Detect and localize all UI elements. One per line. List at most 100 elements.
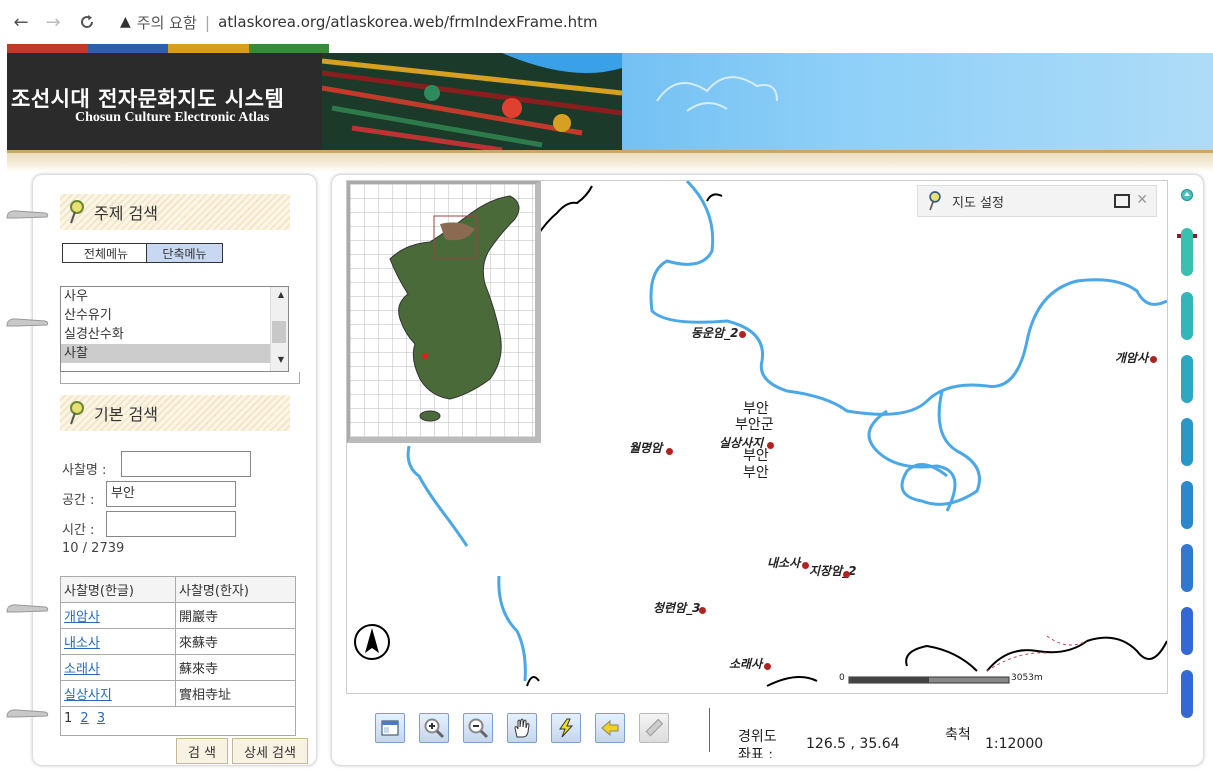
back-arrow-icon: [601, 719, 619, 737]
pager-link[interactable]: 2: [80, 711, 88, 726]
table-row: 개암사 開巖寺: [60, 602, 296, 629]
zoom-segment[interactable]: [1181, 481, 1193, 529]
pager-current: 1: [64, 711, 73, 726]
list-scrollbar[interactable]: ▲ ▼: [270, 287, 288, 371]
warning-icon[interactable]: ▲: [120, 14, 131, 30]
zoom-in-icon: [424, 718, 445, 739]
temple-link[interactable]: 개암사: [64, 610, 100, 625]
title-box: 조선시대 전자문화지도 시스템 Chosun Culture Electroni…: [7, 53, 322, 150]
ruler-icon: [645, 718, 664, 737]
list-item[interactable]: 실경산수화: [61, 325, 288, 344]
site-marker[interactable]: [1150, 356, 1157, 363]
binder-ring-icon: [6, 318, 49, 327]
zoom-segment[interactable]: [1181, 544, 1193, 592]
map-site-label[interactable]: 개암사: [1115, 349, 1148, 366]
map-settings-bar: 지도 설정 ✕: [917, 185, 1157, 217]
map-site-label[interactable]: 동운암_2: [691, 324, 738, 341]
zoom-out-button[interactable]: [463, 713, 493, 743]
coords-value: 126.5 , 35.64: [806, 736, 900, 752]
full-extent-button[interactable]: [375, 713, 405, 743]
map-site-label[interactable]: 소래사: [729, 655, 762, 672]
url-bar[interactable]: atlaskorea.org/atlaskorea.web/frmIndexFr…: [218, 13, 598, 31]
scale-label: 축척: [945, 727, 971, 743]
coords-label: 경위도: [738, 729, 777, 745]
zoom-slider[interactable]: [1177, 188, 1197, 723]
temple-link[interactable]: 내소사: [64, 636, 100, 651]
table-row: 내소사 來蘇寺: [60, 628, 296, 655]
result-count: 10 / 2739: [62, 541, 125, 556]
korea-overview-image: [350, 184, 535, 437]
zoom-in-button[interactable]: [419, 713, 449, 743]
site-marker[interactable]: [666, 448, 673, 455]
binder-ring-icon: [6, 709, 49, 718]
banner-bottom: [7, 150, 1213, 172]
back-button[interactable]: [595, 713, 625, 743]
site-marker[interactable]: [764, 663, 771, 670]
site-marker[interactable]: [802, 562, 809, 569]
table-cell: 來蘇寺: [175, 628, 296, 655]
measure-button[interactable]: [639, 713, 669, 743]
lightning-button[interactable]: [551, 713, 581, 743]
zoom-segment[interactable]: [1181, 418, 1193, 466]
map-site-label[interactable]: 청련암_3: [653, 599, 700, 616]
zoom-segment[interactable]: [1181, 228, 1193, 276]
theme-search-label: 주제 검색: [94, 204, 158, 223]
overview-map[interactable]: [347, 181, 541, 443]
list-item[interactable]: 사우: [61, 287, 288, 306]
map-site-label[interactable]: 내소사: [767, 554, 800, 571]
site-marker[interactable]: [739, 331, 746, 338]
list-item[interactable]: 산수유기: [61, 306, 288, 325]
site-marker[interactable]: [699, 607, 706, 614]
site-marker[interactable]: [843, 571, 850, 578]
search-button[interactable]: 검 색: [176, 738, 228, 764]
basic-search-label: 기본 검색: [94, 405, 158, 424]
short-menu-button[interactable]: 단축메뉴: [146, 243, 223, 263]
table-cell: 實相寺址: [175, 680, 296, 707]
time-input[interactable]: [106, 511, 236, 537]
temple-link[interactable]: 실상사지: [64, 688, 112, 703]
map-site-label[interactable]: 월명암: [629, 439, 662, 456]
security-label[interactable]: 주의 요함: [137, 12, 197, 33]
temple-name-label: 사찰명 :: [62, 463, 107, 478]
map-toolbar: 경위도 좌표 : 126.5 , 35.64 축척 1:12000: [346, 700, 1168, 758]
close-icon[interactable]: ✕: [1136, 192, 1148, 208]
admin-label: 부안군: [735, 417, 774, 433]
column-header: 사찰명(한자): [175, 576, 296, 603]
table-cell: 내소사: [60, 628, 176, 655]
banner-divider: [7, 150, 1213, 153]
full-menu-button[interactable]: 전체메뉴: [62, 243, 150, 263]
strip-blue: [87, 44, 168, 53]
scroll-thumb[interactable]: [272, 321, 286, 343]
zoom-segment[interactable]: [1181, 607, 1193, 655]
pan-button[interactable]: [507, 713, 537, 743]
detail-search-button[interactable]: 상세 검색: [232, 738, 308, 764]
zoom-segment[interactable]: [1181, 292, 1193, 340]
north-arrow-icon: [354, 624, 390, 660]
zoom-segment[interactable]: [1181, 355, 1193, 403]
pager-link[interactable]: 3: [97, 711, 105, 726]
zoom-segment[interactable]: [1181, 670, 1193, 718]
admin-boundaries: [986, 635, 1088, 672]
scroll-down-icon[interactable]: ▼: [278, 355, 284, 364]
back-icon[interactable]: ←: [10, 11, 32, 33]
scroll-up-icon[interactable]: ▲: [278, 290, 284, 299]
maximize-icon[interactable]: [1114, 194, 1130, 208]
header-banner: 조선시대 전자문화지도 시스템 Chosun Culture Electroni…: [7, 53, 1213, 150]
theme-list[interactable]: 사우 산수유기 실경산수화 사찰 ▲ ▼: [60, 286, 289, 372]
temple-link[interactable]: 소래사: [64, 662, 100, 677]
scale-end-label: 3053m: [1011, 673, 1043, 683]
forward-icon[interactable]: →: [42, 11, 64, 33]
temple-name-input[interactable]: [121, 451, 251, 477]
space-label: 공간 :: [62, 493, 95, 508]
space-input[interactable]: 부안: [106, 481, 236, 507]
map-view[interactable]: 동운암_2 개암사 월명암 실상사지 내소사 지장암_2 청련암_3 소래사 부…: [346, 180, 1168, 694]
dancheong-eaves-image: [322, 53, 622, 150]
binder-ring-icon: [6, 604, 49, 613]
list-item-selected[interactable]: 사찰: [61, 344, 288, 363]
pager: 1 2 3: [60, 706, 296, 736]
table-row: 실상사지 實相寺址: [60, 680, 296, 707]
reload-icon[interactable]: [76, 11, 98, 33]
zoom-slider-top-icon[interactable]: [1180, 188, 1194, 202]
list-horizontal-scrollbar[interactable]: [60, 372, 300, 384]
url-separator: |: [204, 12, 211, 32]
